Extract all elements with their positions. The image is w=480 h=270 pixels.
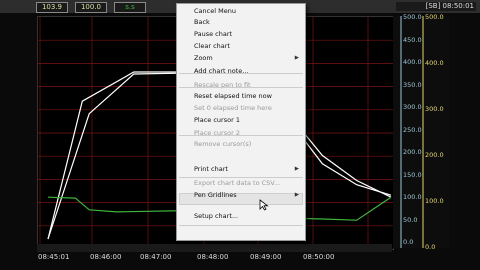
menu-separator <box>179 87 303 88</box>
y-tick-left: 0.0 <box>403 238 414 246</box>
menu-item[interactable]: Place cursor 1 <box>194 116 240 124</box>
y-tick-right: 200.0 <box>425 151 444 159</box>
y-tick-left: 100.0 <box>403 193 422 201</box>
y-tick-left: 200.0 <box>403 148 422 156</box>
x-tick: 08:47:00 <box>140 253 172 261</box>
submenu-arrow-icon: ▶ <box>294 55 299 61</box>
value-box-2: 100.0 <box>75 2 107 13</box>
mouse-cursor-icon <box>259 199 269 211</box>
menu-item[interactable]: Back <box>194 18 210 26</box>
menu-item[interactable]: Zoom <box>194 54 213 62</box>
menu-item: Set 0 elapsed time here <box>194 104 272 112</box>
y-tick-right: 0.0 <box>425 243 436 251</box>
y-tick-right: 400.0 <box>425 59 444 67</box>
y-tick-left: 150.0 <box>403 170 422 179</box>
menu-item[interactable]: Reset elapsed time now <box>194 92 272 100</box>
value-box-3: ѕ.ѕ <box>114 2 146 13</box>
menu-separator <box>179 135 303 136</box>
x-tick: 08:49:00 <box>250 253 282 261</box>
menu-separator <box>179 177 303 178</box>
menu-item[interactable]: Pause chart <box>194 30 232 38</box>
y-tick-left: 450.0 <box>403 35 422 44</box>
x-tick: 08:46:00 <box>90 253 122 261</box>
x-tick: 08:45:01 <box>38 253 70 261</box>
context-menu: Cancel Menu Back Pause chart Clear chart Zoo… <box>176 3 306 241</box>
sb-time: [SB] 08:50:01 <box>396 2 476 11</box>
menu-item[interactable]: Pen Gridlines <box>194 191 237 199</box>
y-tick-right: 500.0 <box>425 13 444 21</box>
y-tick-left: 400.0 <box>403 58 422 66</box>
submenu-arrow-icon: ▶ <box>294 166 299 172</box>
y-tick-left: 300.0 <box>403 103 422 111</box>
menu-separator <box>179 204 303 205</box>
time-scrollbar[interactable] <box>37 244 392 252</box>
y-tick-left: 500.0 <box>403 13 422 21</box>
y-tick-right: 300.0 <box>425 105 444 113</box>
x-tick: 08:48:00 <box>197 253 229 261</box>
menu-item[interactable]: Clear chart <box>194 42 230 50</box>
menu-item: Remove cursor(s) <box>194 140 252 148</box>
menu-separator <box>179 225 303 226</box>
menu-item[interactable]: Print chart <box>194 165 228 173</box>
menu-item[interactable]: Setup chart... <box>194 212 238 220</box>
y-tick-left: 50.0 <box>403 215 418 224</box>
submenu-arrow-icon: ▶ <box>294 192 299 198</box>
menu-item[interactable]: Cancel Menu <box>194 7 236 15</box>
y-tick-right: 100.0 <box>425 197 444 205</box>
y-tick-left: 250.0 <box>403 125 422 134</box>
y-tick-left: 350.0 <box>403 80 422 89</box>
menu-separator <box>179 73 303 74</box>
x-tick: 08:50:00 <box>303 253 335 261</box>
menu-item: Export chart data to CSV... <box>194 179 281 187</box>
y-axis-panel: 500.0 450.0 400.0 350.0 300.0 250.0 200.0 150.0… <box>393 13 449 251</box>
value-box-1: 103.9 <box>36 2 68 13</box>
